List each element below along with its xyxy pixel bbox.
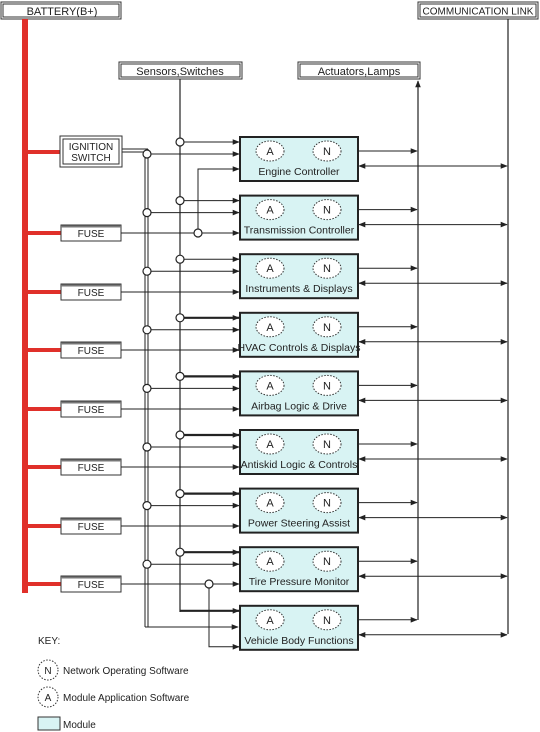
module-name: HVAC Controls & Displays (238, 342, 361, 354)
module: A N HVAC Controls & Displays (121, 311, 508, 358)
sensors-switches-header: Sensors,Switches (118, 61, 243, 80)
fuse: FUSE (28, 283, 122, 301)
module: A N Power Steering Assist (121, 487, 508, 534)
actuators-lamps-header: Actuators,Lamps (297, 61, 421, 80)
legend-item-application: A Module Application Software (37, 686, 190, 708)
sensors-switches-label: Sensors,Switches (136, 66, 224, 78)
legend-item-module: Module (37, 716, 96, 731)
fuse: FUSE (28, 575, 122, 593)
module-name: Engine Controller (258, 166, 340, 178)
legend-application-symbol: A (45, 693, 52, 704)
ignition-switch: IGNITION SWITCH (28, 135, 123, 168)
fuse: FUSE (28, 341, 122, 359)
ignition-label-1: IGNITION (69, 142, 113, 153)
communication-link-label: COMMUNICATION LINK (423, 7, 534, 18)
fuse-junction (193, 228, 203, 238)
sensor-junction (175, 254, 185, 264)
application-badge-label: A (266, 498, 274, 510)
ignition-junction (142, 501, 152, 511)
ignition-junction (142, 442, 152, 452)
ignition-junction (142, 383, 152, 393)
vehicle-network-diagram: BATTERY(B+) COMMUNICATION LINK Sensors,S… (0, 1, 539, 731)
sensor-junction (175, 547, 185, 557)
application-badge-label: A (266, 615, 274, 627)
sensor-junction (175, 137, 185, 147)
legend-module-label: Module (63, 720, 96, 731)
legend-application-label: Module Application Software (63, 693, 190, 704)
actuators-lamps-label: Actuators,Lamps (318, 66, 401, 78)
ignition-junction (142, 325, 152, 335)
fuse-junction (204, 579, 214, 589)
fuse-label: FUSE (78, 405, 105, 416)
ignition-junction (142, 559, 152, 569)
sensor-junction (175, 196, 185, 206)
sensor-junction (175, 371, 185, 381)
fuse-label: FUSE (78, 463, 105, 474)
fuse: FUSE (28, 458, 122, 476)
sensor-junction (175, 489, 185, 499)
network-badge-label: N (323, 439, 331, 451)
module: A N Transmission Controller (121, 194, 508, 241)
module-name: Power Steering Assist (248, 518, 350, 530)
fuse-label: FUSE (78, 229, 105, 240)
module-name: Instruments & Displays (245, 283, 352, 295)
module-name: Vehicle Body Functions (244, 635, 353, 647)
module: A N Airbag Logic & Drive (121, 370, 508, 417)
sensor-junction (175, 313, 185, 323)
module-name: Transmission Controller (244, 225, 355, 237)
network-badge-label: N (323, 615, 331, 627)
module: A N Instruments & Displays (121, 253, 508, 300)
module: A N Vehicle Body Functions (180, 588, 508, 651)
fuse-input-line (208, 588, 240, 650)
network-badge-label: N (323, 498, 331, 510)
ignition-label-2: SWITCH (71, 153, 110, 164)
fuse: FUSE (28, 224, 122, 242)
application-badge-label: A (266, 322, 274, 334)
legend-item-network: N Network Operating Software (37, 659, 189, 681)
module: A N Antiskid Logic & Controls (121, 429, 508, 475)
network-badge-label: N (323, 146, 331, 158)
communication-link-header: COMMUNICATION LINK (417, 1, 539, 20)
legend-network-symbol: N (44, 666, 51, 677)
fuse: FUSE (28, 517, 122, 535)
network-badge-label: N (323, 322, 331, 334)
fuse-label: FUSE (78, 346, 105, 357)
network-badge-label: N (323, 380, 331, 392)
fuse-label: FUSE (78, 288, 105, 299)
legend: KEY: N Network Operating Software A Modu… (37, 636, 190, 731)
ignition-junction (142, 208, 152, 218)
network-badge-label: N (323, 263, 331, 275)
legend-network-label: Network Operating Software (63, 666, 189, 677)
application-badge-label: A (266, 205, 274, 217)
ignition-junction (142, 266, 152, 276)
module-name: Tire Pressure Monitor (249, 576, 350, 588)
ignition-junction (142, 149, 152, 159)
battery-bus (22, 19, 28, 593)
fuse-label: FUSE (78, 522, 105, 533)
sensor-junction (175, 430, 185, 440)
module: A N Tire Pressure Monitor (121, 546, 508, 593)
module-name: Airbag Logic & Drive (251, 400, 347, 412)
application-badge-label: A (266, 439, 274, 451)
battery-header: BATTERY(B+) (0, 1, 122, 20)
legend-title: KEY: (38, 636, 60, 647)
application-badge-label: A (266, 556, 274, 568)
fuse-label: FUSE (78, 580, 105, 591)
fuse: FUSE (28, 400, 122, 418)
network-badge-label: N (323, 205, 331, 217)
module-name: Antiskid Logic & Controls (241, 459, 358, 471)
application-badge-label: A (266, 146, 274, 158)
network-badge-label: N (323, 556, 331, 568)
application-badge-label: A (266, 263, 274, 275)
battery-label: BATTERY(B+) (27, 6, 98, 18)
application-badge-label: A (266, 380, 274, 392)
